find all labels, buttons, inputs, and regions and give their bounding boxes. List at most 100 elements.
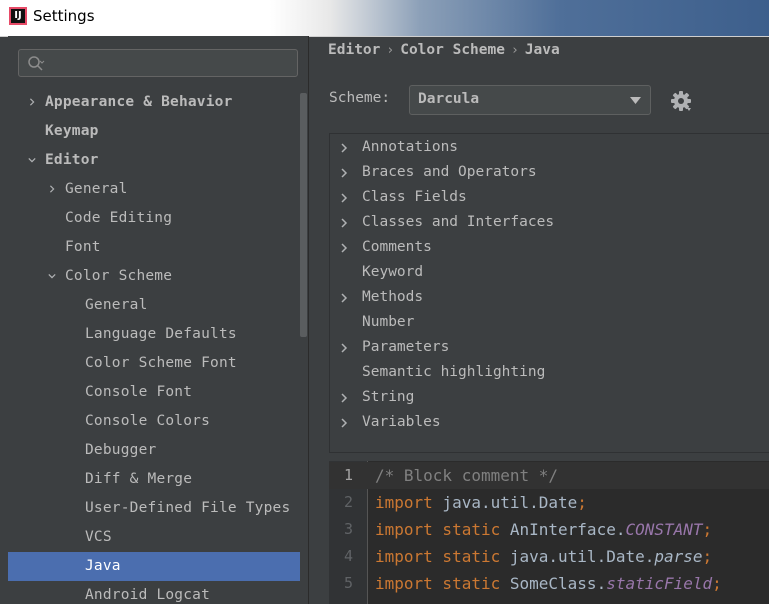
sidebar-item-label: Color Scheme <box>65 268 173 284</box>
category-semantic-highlighting[interactable]: Semantic highlighting <box>330 360 769 385</box>
code-text: import static AnInterface.CONSTANT; <box>375 516 712 543</box>
breadcrumb-editor[interactable]: Editor <box>328 42 380 58</box>
category-parameters[interactable]: Parameters <box>330 335 769 360</box>
breadcrumb-separator: › <box>510 43 519 58</box>
chevron-right-icon[interactable] <box>340 343 348 353</box>
sidebar-item-appearance-behavior[interactable]: Appearance & Behavior <box>8 88 300 117</box>
sidebar-item-label: Keymap <box>45 123 99 139</box>
chevron-right-icon[interactable] <box>48 185 56 193</box>
sidebar-item-console-colors[interactable]: Console Colors <box>8 407 300 436</box>
sidebar-item-label: Code Editing <box>65 210 173 226</box>
code-token: CONSTANT <box>625 520 703 539</box>
code-line[interactable]: 4 import static java.util.Date.parse; <box>329 543 769 570</box>
settings-sidebar: Appearance & Behavior Keymap Editor General… <box>8 36 309 604</box>
sidebar-item-code-editing[interactable]: Code Editing <box>8 204 300 233</box>
category-keyword[interactable]: Keyword <box>330 260 769 285</box>
code-text: /* Block comment */ <box>375 462 558 489</box>
sidebar-item-label: Color Scheme Font <box>85 355 237 371</box>
sidebar-item-color-scheme[interactable]: Color Scheme <box>8 262 300 291</box>
window-title: Settings <box>33 7 95 25</box>
breadcrumb-color-scheme[interactable]: Color Scheme <box>400 42 505 58</box>
line-number: 3 <box>343 520 353 538</box>
chevron-right-icon[interactable] <box>340 293 348 303</box>
category-string[interactable]: String <box>330 385 769 410</box>
sidebar-item-label: Debugger <box>85 442 157 458</box>
sidebar-item-label: Font <box>65 239 101 255</box>
category-label: Semantic highlighting <box>362 364 546 380</box>
sidebar-item-debugger[interactable]: Debugger <box>8 436 300 465</box>
code-line[interactable]: 1 /* Block comment */ <box>329 462 769 489</box>
category-classes-and-interfaces[interactable]: Classes and Interfaces <box>330 210 769 235</box>
code-token: staticField <box>606 574 713 593</box>
category-label: Classes and Interfaces <box>362 214 555 230</box>
category-class-fields[interactable]: Class Fields <box>330 185 769 210</box>
chevron-right-icon[interactable] <box>28 98 36 106</box>
chevron-right-icon[interactable] <box>340 168 348 178</box>
chevron-right-icon[interactable] <box>340 243 348 253</box>
category-methods[interactable]: Methods <box>330 285 769 310</box>
breadcrumb-java: Java <box>524 42 560 58</box>
sidebar-item-language-defaults[interactable]: Language Defaults <box>8 320 300 349</box>
code-token: import static <box>375 547 501 566</box>
code-line[interactable]: 5 import static SomeClass.staticField; <box>329 570 769 597</box>
chevron-right-icon[interactable] <box>340 418 348 428</box>
code-token: java.util.Date. <box>500 547 655 566</box>
sidebar-item-keymap[interactable]: Keymap <box>8 117 300 146</box>
sidebar-item-label: Appearance & Behavior <box>45 94 233 110</box>
sidebar-item-android-logcat[interactable]: Android Logcat <box>8 581 300 604</box>
category-label: Braces and Operators <box>362 164 537 180</box>
search-box[interactable] <box>18 49 298 77</box>
code-line[interactable]: 3 import static AnInterface.CONSTANT; <box>329 516 769 543</box>
code-token: parse <box>654 547 703 566</box>
chevron-right-icon[interactable] <box>340 393 348 403</box>
category-comments[interactable]: Comments <box>330 235 769 260</box>
code-text: import static java.util.Date.parse; <box>375 543 712 570</box>
category-label: Annotations <box>362 139 459 155</box>
code-token: import static <box>375 574 501 593</box>
sidebar-item-font[interactable]: Font <box>8 233 300 262</box>
sidebar-item-label: Language Defaults <box>85 326 237 342</box>
line-number: 1 <box>343 466 353 484</box>
sidebar-item-general[interactable]: General <box>8 291 300 320</box>
sidebar-item-diff-merge[interactable]: Diff & Merge <box>8 465 300 494</box>
code-text: import java.util.Date; <box>375 489 587 516</box>
sidebar-item-general[interactable]: General <box>8 175 300 204</box>
line-number: 4 <box>343 547 353 565</box>
sidebar-item-vcs[interactable]: VCS <box>8 523 300 552</box>
category-braces-and-operators[interactable]: Braces and Operators <box>330 160 769 185</box>
category-label: Class Fields <box>362 189 467 205</box>
code-token: AnInterface. <box>500 520 626 539</box>
title-bar: IJ Settings <box>0 0 769 37</box>
search-input[interactable] <box>53 53 297 75</box>
chevron-right-icon[interactable] <box>340 143 348 153</box>
code-token: import static <box>375 520 501 539</box>
chevron-right-icon[interactable] <box>340 193 348 203</box>
category-variables[interactable]: Variables <box>330 410 769 435</box>
category-number[interactable]: Number <box>330 310 769 335</box>
sidebar-item-label: Console Colors <box>85 413 211 429</box>
scheme-select[interactable]: Darcula <box>409 85 651 115</box>
sidebar-item-console-font[interactable]: Console Font <box>8 378 300 407</box>
sidebar-item-label: General <box>85 297 148 313</box>
sidebar-item-label: VCS <box>85 529 112 545</box>
sidebar-item-user-defined-file-types[interactable]: User-Defined File Types <box>8 494 300 523</box>
chevron-down-icon[interactable] <box>28 156 36 164</box>
sidebar-item-label: Android Logcat <box>85 587 211 603</box>
sidebar-item-label: Java <box>85 558 121 574</box>
category-annotations[interactable]: Annotations <box>330 135 769 160</box>
sidebar-scrollbar[interactable] <box>300 93 307 337</box>
sidebar-item-color-scheme-font[interactable]: Color Scheme Font <box>8 349 300 378</box>
breadcrumb-separator: › <box>386 43 395 58</box>
chevron-right-icon[interactable] <box>340 218 348 228</box>
gear-icon[interactable] <box>670 90 692 112</box>
category-label: Variables <box>362 414 441 430</box>
code-line[interactable]: 2 import java.util.Date; <box>329 489 769 516</box>
chevron-down-icon[interactable] <box>48 272 56 280</box>
sidebar-item-java[interactable]: Java <box>8 552 300 581</box>
scheme-label: Scheme: <box>329 90 391 106</box>
code-token: ; <box>577 493 587 512</box>
sidebar-item-editor[interactable]: Editor <box>8 146 300 175</box>
code-token: ; <box>702 547 713 566</box>
sidebar-item-label: Editor <box>45 152 99 168</box>
category-label: Number <box>362 314 415 330</box>
